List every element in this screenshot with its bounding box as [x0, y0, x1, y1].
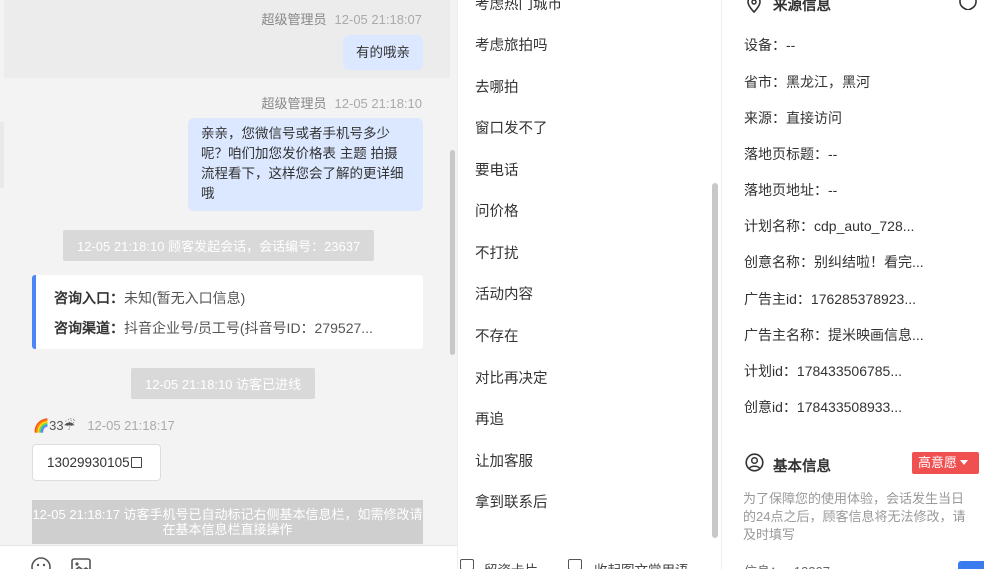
quick-reply-item[interactable]: 去哪拍 [475, 76, 519, 97]
message-bubble: 亲亲，您微信号或者手机号多少呢？咱们加您发价格表 主题 拍摄流程看下，这样您会了… [188, 118, 423, 211]
quick-reply-item[interactable]: 不存在 [475, 325, 519, 346]
field-advertiser-id: 广告主id：176285378923... [744, 291, 917, 307]
field-plan-id: 计划id：178433506785... [744, 363, 903, 379]
quick-reply-item[interactable]: 要电话 [475, 159, 519, 180]
message-time: 12-05 21:18:10 [334, 96, 422, 111]
quick-reply-panel: 考虑热门城市 考虑旅拍吗 去哪拍 窗口发不了 要电话 问价格 不打扰 活动内容 … [457, 0, 721, 569]
field-landing-url: 落地页地址：-- [744, 182, 838, 198]
quick-reply-item[interactable]: 考虑热门城市 [475, 0, 562, 14]
quick-reply-item[interactable]: 让加客服 [475, 450, 533, 471]
shield-icon[interactable] [958, 0, 978, 10]
consult-info-card: 咨询入口：未知(暂无入口信息) 咨询渠道：抖音企业号/员工号(抖音号ID：279… [32, 275, 423, 349]
quick-reply-item[interactable]: 活动内容 [475, 283, 533, 304]
collapse-icon [568, 559, 582, 569]
sender-name: 超级管理员 [261, 12, 327, 27]
message-meta: 超级管理员 12-05 21:18:10 [262, 93, 422, 112]
quick-reply-item[interactable]: 再追 [475, 408, 504, 429]
quick-reply-item[interactable]: 考虑旅拍吗 [475, 34, 548, 55]
quick-reply-item[interactable]: 不打扰 [475, 242, 519, 263]
source-info-title: 来源信息 [773, 0, 831, 14]
system-message: 12-05 21:18:10 顾客发起会话，会话编号：23637 [63, 230, 375, 261]
message-meta: 超级管理员 12-05 21:18:07 [262, 9, 422, 28]
visitor-meta: 🌈33☔ 12-05 21:18:17 [33, 418, 175, 434]
field-province-city: 省市：黑龙江，黑河 [744, 74, 870, 90]
quick-reply-scrollbar[interactable] [712, 183, 718, 538]
lead-card-button[interactable]: 留资卡片 [484, 559, 538, 569]
system-message: 12-05 21:18:17 访客手机号已自动标记右侧基本信息栏，如需修改请在基… [32, 500, 423, 544]
chat-panel[interactable]: 超级管理员 12-05 21:18:07 有的哦亲 超级管理员 12-05 21:1… [0, 0, 457, 569]
sender-name: 超级管理员 [261, 96, 327, 111]
emoji-icon[interactable] [30, 556, 52, 569]
message-bubble: 有的哦亲 [343, 35, 423, 70]
caret-down-icon [960, 460, 969, 465]
copy-icon[interactable] [130, 457, 142, 468]
edge-strip [0, 122, 4, 188]
field-device: 设备：-- [744, 37, 796, 53]
intent-level-select[interactable]: 高意愿 [912, 452, 979, 474]
card-icon [460, 559, 474, 569]
floating-tab[interactable] [958, 561, 984, 569]
edit-notice: 为了保障您的使用体验，会话发生当日的24点之后，顾客信息将无法修改，请及时填写 [743, 491, 966, 542]
message-time: 12-05 21:18:17 [87, 418, 175, 433]
field-partial: 信息：...13207 [744, 561, 974, 569]
quick-reply-item[interactable]: 对比再决定 [475, 367, 548, 388]
consult-channel-row: 咨询渠道：抖音企业号/员工号(抖音号ID：279527... [54, 320, 373, 336]
visitor-name: 🌈33☔ [33, 418, 76, 433]
system-message: 12-05 21:18:10 访客已进线 [131, 368, 316, 399]
message-time: 12-05 21:18:07 [334, 12, 422, 27]
customer-info-panel: 来源信息 设备：-- 省市：黑龙江，黑河 来源：直接访问 落地页标题：-- 落地… [721, 0, 984, 569]
quick-reply-item[interactable]: 窗口发不了 [475, 117, 548, 138]
quick-reply-item[interactable]: 拿到联系后 [475, 491, 548, 512]
collapse-phrases-button[interactable]: 收起图文常用语 [594, 559, 689, 569]
field-plan-name: 计划名称：cdp_auto_728... [744, 218, 915, 234]
field-advertiser-name: 广告主名称：提米映画信息... [744, 327, 924, 343]
field-source: 来源：直接访问 [744, 110, 842, 126]
consult-entry-row: 咨询入口：未知(暂无入口信息) [54, 290, 246, 306]
image-icon[interactable] [70, 556, 92, 569]
quick-reply-footer: 留资卡片 收起图文常用语 [458, 553, 722, 569]
location-icon [747, 0, 761, 13]
intent-level-label: 高意愿 [918, 455, 958, 470]
chat-toolbar [0, 545, 457, 569]
quick-reply-item[interactable]: 问价格 [475, 200, 519, 221]
field-creative-name: 创意名称：别纠结啦！看完... [744, 254, 924, 270]
field-creative-id: 创意id：178433508933... [744, 399, 903, 415]
phone-number: 13029930105 [47, 455, 130, 470]
phone-message[interactable]: 13029930105 [32, 444, 161, 481]
basic-info-title: 基本信息 [773, 459, 831, 475]
chat-scrollbar[interactable] [450, 150, 455, 355]
field-landing-title: 落地页标题：-- [744, 146, 838, 162]
user-icon [745, 453, 764, 472]
